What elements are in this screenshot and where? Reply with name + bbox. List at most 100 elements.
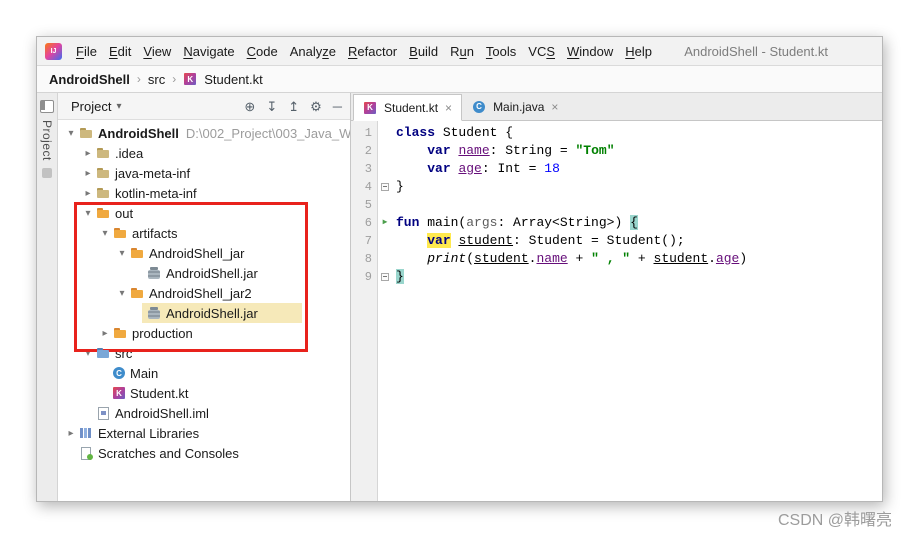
locate-icon[interactable]: ⊕ xyxy=(244,100,255,113)
menu-item-vcs[interactable]: VCS xyxy=(522,41,561,62)
menu-item-build[interactable]: Build xyxy=(403,41,444,62)
tree-item-src[interactable]: ▾ src xyxy=(58,343,350,363)
tree-item-out[interactable]: ▾ out xyxy=(58,203,350,223)
code-line-7[interactable]: 7 var student: Student = Student(); xyxy=(351,232,882,250)
menu-bar: IJ File Edit View Navigate Code Analyze Refact… xyxy=(37,37,882,66)
code-line-4[interactable]: 4} xyxy=(351,178,882,196)
code-line-9[interactable]: 9} xyxy=(351,268,882,286)
line-number: 9 xyxy=(364,270,372,284)
gutter-spacer xyxy=(377,160,393,178)
tree-collapsed-arrow-icon[interactable]: ▸ xyxy=(64,428,78,439)
menu-item-code[interactable]: Code xyxy=(241,41,284,62)
tree-item-artifacts[interactable]: ▾ artifacts xyxy=(58,223,350,243)
tree-item-androidshell-jar[interactable]: AndroidShell.jar xyxy=(58,303,350,323)
tab-main-java[interactable]: C Main.java × xyxy=(462,93,568,120)
tree-item-scratches-and-consoles[interactable]: Scratches and Consoles xyxy=(58,443,350,463)
tree-expanded-arrow-icon[interactable]: ▾ xyxy=(64,128,78,139)
code-area[interactable]: 1 class Student {2 var name: String = "To… xyxy=(351,121,882,501)
tree-collapsed-arrow-icon[interactable]: ▸ xyxy=(81,148,95,159)
fold-icon[interactable] xyxy=(377,178,393,196)
menu-item-file[interactable]: File xyxy=(70,41,103,62)
tree-item-main[interactable]: C Main xyxy=(58,363,350,383)
line-number: 6 xyxy=(364,216,372,230)
kotlin-icon: K xyxy=(184,73,197,85)
menu-item-run[interactable]: Run xyxy=(444,41,480,62)
run-icon[interactable]: ▶ xyxy=(377,214,393,232)
tree-expanded-arrow-icon[interactable]: ▾ xyxy=(81,348,95,359)
breadcrumb-item-student-kt[interactable]: K Student.kt xyxy=(183,72,263,87)
tree-item-idea[interactable]: ▸ .idea xyxy=(58,143,350,163)
tree-collapsed-arrow-icon[interactable]: ▸ xyxy=(81,168,95,179)
menu-item-analyze[interactable]: Analyze xyxy=(284,41,342,62)
collapse-all-icon[interactable]: ↥ xyxy=(288,100,299,113)
tree-expanded-arrow-icon[interactable]: ▾ xyxy=(81,208,95,219)
chevron-down-icon[interactable]: ▾ xyxy=(116,101,121,112)
menu-item-help[interactable]: Help xyxy=(619,41,658,62)
tree-item-label: AndroidShell.jar xyxy=(166,305,258,321)
jar-icon xyxy=(147,306,161,320)
fold-icon[interactable] xyxy=(377,268,393,286)
line-number: 2 xyxy=(364,144,372,158)
jar-icon xyxy=(147,266,161,280)
class-icon: C xyxy=(113,367,125,379)
expand-all-icon[interactable]: ↧ xyxy=(266,100,277,113)
folder-excluded-icon xyxy=(113,226,127,240)
close-tab-icon[interactable]: × xyxy=(445,101,452,115)
code-line-5[interactable]: 5 xyxy=(351,196,882,214)
breadcrumb: AndroidShell › src › K Student.kt xyxy=(37,66,882,93)
menu-item-navigate[interactable]: Navigate xyxy=(177,41,240,62)
menu-item-tools[interactable]: Tools xyxy=(480,41,522,62)
tree-collapsed-arrow-icon[interactable]: ▸ xyxy=(81,188,95,199)
menu-item-refactor[interactable]: Refactor xyxy=(342,41,403,62)
favorites-icon[interactable] xyxy=(42,167,52,178)
tree-item-androidshell[interactable]: ▾ AndroidShell D:\002_Project\003_Java_W xyxy=(58,123,350,143)
tree-item-label: src xyxy=(115,345,133,361)
tree-collapsed-arrow-icon[interactable]: ▸ xyxy=(98,328,112,339)
editor-tabs: K Student.kt × C Main.java × xyxy=(351,93,882,121)
tab-student-kt[interactable]: K Student.kt × xyxy=(353,94,463,121)
project-panel-title[interactable]: Project xyxy=(71,99,111,114)
folder-excluded-icon xyxy=(130,286,144,300)
code-line-2[interactable]: 2 var name: String = "Tom" xyxy=(351,142,882,160)
code-text: } xyxy=(396,179,404,194)
tree-item-label: kotlin-meta-inf xyxy=(115,185,197,201)
menu-item-edit[interactable]: Edit xyxy=(103,41,137,62)
tree-item-label: Scratches and Consoles xyxy=(98,445,239,461)
folder-excluded-icon xyxy=(130,246,144,260)
main-area: Project Project ▾ ⊕ ↧ ↥ ⚙ ─ ▾ AndroidShell D:\… xyxy=(37,93,882,501)
tree-item-java-meta-inf[interactable]: ▸ java-meta-inf xyxy=(58,163,350,183)
tree-item-kotlin-meta-inf[interactable]: ▸ kotlin-meta-inf xyxy=(58,183,350,203)
code-text: class Student { xyxy=(396,125,514,140)
tree-item-student-kt[interactable]: K Student.kt xyxy=(58,383,350,403)
tree-expanded-arrow-icon[interactable]: ▾ xyxy=(115,248,129,259)
tree-item-androidshell-jar[interactable]: AndroidShell.jar xyxy=(58,263,350,283)
line-number: 7 xyxy=(364,234,372,248)
tree-item-androidshell-jar2[interactable]: ▾ AndroidShell_jar2 xyxy=(58,283,350,303)
tree-item-androidshell-iml[interactable]: AndroidShell.iml xyxy=(58,403,350,423)
breadcrumb-item-androidshell[interactable]: AndroidShell xyxy=(49,72,130,87)
tab-label: Student.kt xyxy=(384,100,439,115)
tree-item-label: Student.kt xyxy=(130,385,189,401)
intellij-logo-icon: IJ xyxy=(45,42,62,60)
tree-expanded-arrow-icon[interactable]: ▾ xyxy=(115,288,129,299)
folder-icon xyxy=(96,186,110,200)
code-line-3[interactable]: 3 var age: Int = 18 xyxy=(351,160,882,178)
hide-icon[interactable]: ─ xyxy=(333,100,342,113)
tree-item-androidshell-jar[interactable]: ▾ AndroidShell_jar xyxy=(58,243,350,263)
project-tool-window-button[interactable]: Project xyxy=(40,120,54,161)
tree-item-external-libraries[interactable]: ▸ External Libraries xyxy=(58,423,350,443)
menu-item-window[interactable]: Window xyxy=(561,41,619,62)
gutter-spacer xyxy=(377,142,393,160)
menu-items: File Edit View Navigate Code Analyze Refactor B… xyxy=(70,41,658,62)
code-text: print(student.name + " , " + student.age… xyxy=(427,251,748,266)
settings-icon[interactable]: ⚙ xyxy=(310,100,322,113)
gutter-spacer xyxy=(377,232,393,250)
code-line-8[interactable]: 8 print(student.name + " , " + student.a… xyxy=(351,250,882,268)
tree-item-production[interactable]: ▸ production xyxy=(58,323,350,343)
code-line-6[interactable]: 6 ▶ fun main(args: Array<String>) { xyxy=(351,214,882,232)
code-line-1[interactable]: 1 class Student { xyxy=(351,124,882,142)
close-tab-icon[interactable]: × xyxy=(551,100,558,114)
tree-expanded-arrow-icon[interactable]: ▾ xyxy=(98,228,112,239)
breadcrumb-item-src[interactable]: src xyxy=(148,72,165,87)
menu-item-view[interactable]: View xyxy=(137,41,177,62)
